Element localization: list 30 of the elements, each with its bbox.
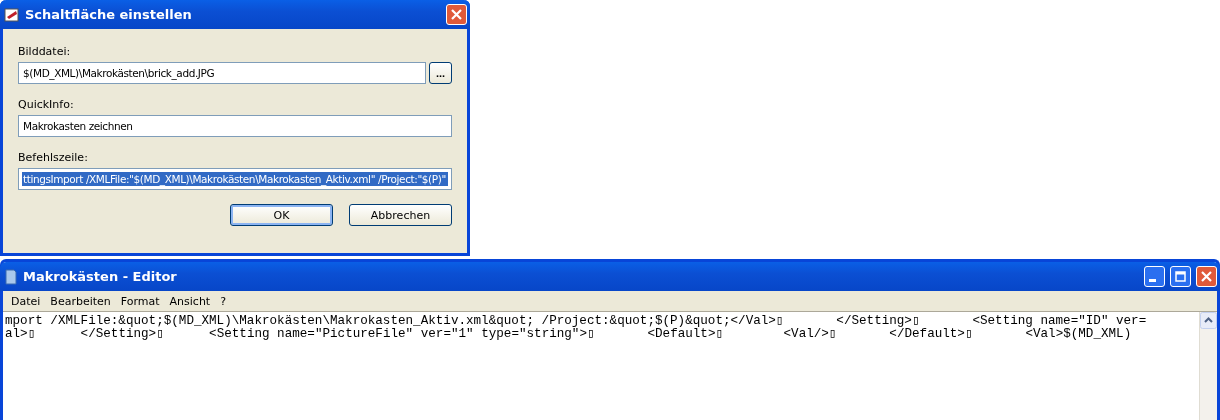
window-title: Schaltfläche einstellen — [25, 7, 193, 22]
app-icon — [4, 6, 20, 23]
scroll-up-icon[interactable] — [1200, 312, 1217, 329]
text-field[interactable]: $(MD_XML)\Makrokästen\brick_add.JPG — [18, 62, 426, 84]
minimize-icon — [1149, 279, 1156, 282]
menu-item[interactable]: Datei — [6, 294, 46, 308]
text-field[interactable]: Makrokasten zeichnen — [18, 115, 452, 137]
maximize-button[interactable] — [1170, 266, 1191, 287]
field-label: QuickInfo: — [18, 98, 75, 111]
menu-item[interactable]: Ansicht — [164, 294, 216, 308]
notepad-icon — [4, 268, 18, 285]
menu-item[interactable]: Bearbeiten — [45, 294, 116, 308]
window-title: Makrokästen - Editor — [23, 269, 178, 284]
close-icon — [1201, 271, 1212, 282]
menu-item[interactable]: Format — [115, 294, 165, 308]
browse-button[interactable]: ... — [429, 62, 452, 84]
text-line: mport /XMLFile:&quot;$(MD_XML)\Makrokästen\Makrokasten_Aktiv.xml&quot; /Project:&quot;$(P)&quot;</Val>▯ </Setting>▯ <Setting name="ID" ver= — [5, 315, 1148, 328]
text-field[interactable]: ttingsImport /XMLFile:"$(MD_XML)\Makrokästen\Makrokasten_Aktiv.xml" /Project:"$(P)" — [18, 168, 452, 190]
minimize-button[interactable] — [1144, 266, 1165, 287]
close-button[interactable] — [446, 4, 467, 25]
maximize-icon — [1175, 271, 1186, 282]
text-line: al>▯ </Setting>▯ <Setting name="PictureFile" ver="1" type="string">▯ <Default>▯ <Val/>▯ </Default>▯ <Val>$(MD_XML) — [5, 328, 1133, 341]
scrollbar[interactable] — [1199, 312, 1217, 420]
field-label: Bilddatei: — [18, 45, 72, 58]
field-label: Befehlszeile: — [18, 151, 89, 164]
close-icon — [451, 9, 462, 20]
close-button[interactable] — [1196, 266, 1217, 287]
ok-button[interactable]: OK — [230, 204, 333, 226]
cancel-button[interactable]: Abbrechen — [349, 204, 452, 226]
menu-item[interactable]: ? — [215, 294, 232, 308]
